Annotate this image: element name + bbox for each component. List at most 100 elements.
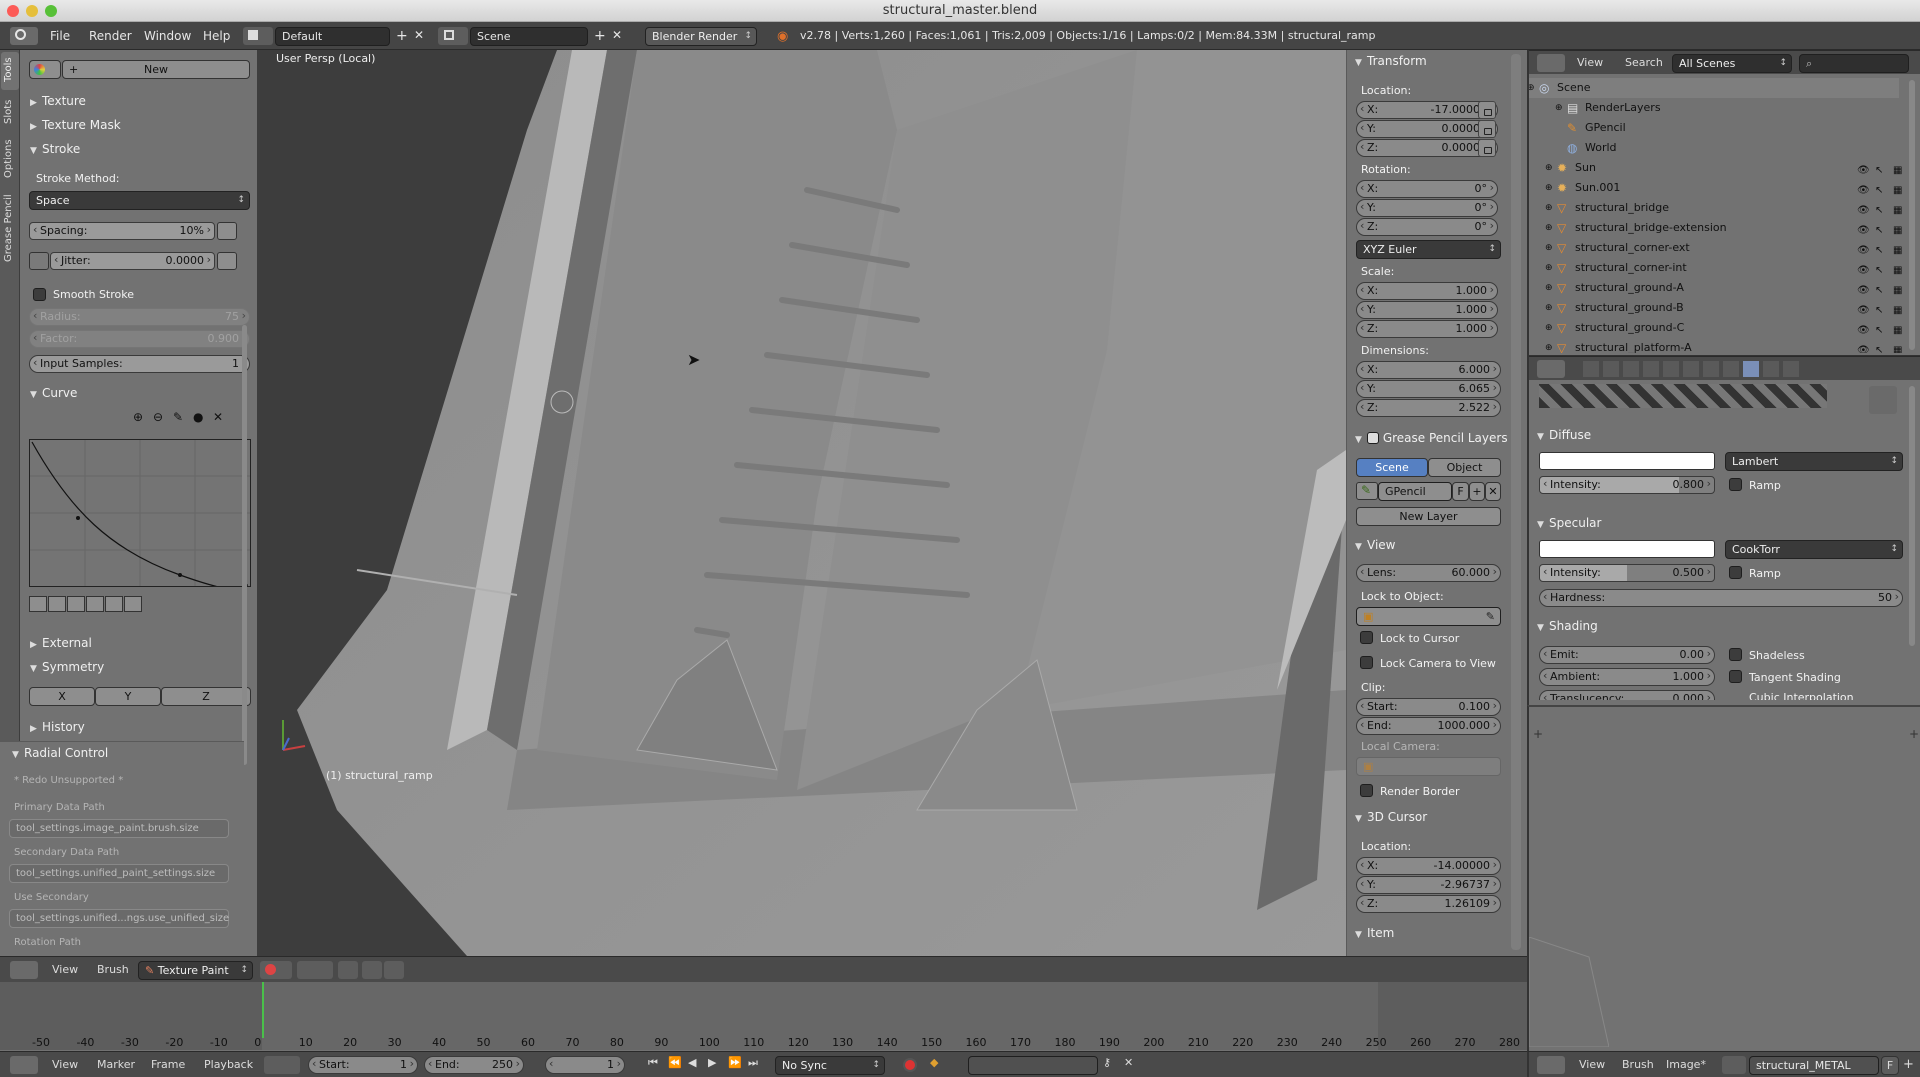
outliner-item-sun[interactable]: ⊕ ✹ Sun 👁 ↖ ▦ [1529,158,1902,178]
delete-keyframe-icon[interactable]: ✕ [1124,1056,1133,1069]
specular-shader-dropdown[interactable]: CookTorr [1725,540,1903,559]
input-samples-field[interactable]: Input Samples:1 [29,355,250,373]
gp-scene-tab[interactable]: Scene [1356,458,1428,477]
record-icon[interactable] [903,1058,917,1072]
scene-tab-icon[interactable] [1623,361,1639,377]
outliner-scope-dropdown[interactable]: All Scenes [1672,54,1792,73]
new-texture-button[interactable]: + New [62,60,250,79]
zoom-out-icon[interactable]: ⊖ [153,410,163,424]
lock-location-z-icon[interactable] [1478,139,1496,157]
gp-object-tab[interactable]: Object [1428,458,1501,477]
diffuse-shader-dropdown[interactable]: Lambert [1725,452,1903,471]
image-view-menu[interactable]: View [1579,1058,1605,1071]
grease-pencil-checkbox[interactable] [1367,432,1379,444]
dimension-z-field[interactable]: Z:2.522 [1356,399,1501,417]
panel-grease-pencil-layers[interactable]: ▼ Grease Pencil Layers [1355,430,1508,445]
rotation-z-field[interactable]: Z:0° [1356,218,1498,236]
panel-curve[interactable]: ▼ Curve [30,386,77,400]
image-brush-menu[interactable]: Brush [1622,1058,1654,1071]
timeline-editor-icon[interactable] [10,1056,38,1074]
screen-layout-field[interactable]: Default [275,27,390,46]
cursor-z-field[interactable]: Z:1.26109 [1356,895,1501,913]
outliner-item-scene[interactable]: ⊕ ◎ Scene [1529,78,1899,98]
translucency-field[interactable]: Translucency:0.000 [1539,690,1715,700]
keying-set-field[interactable] [968,1056,1098,1075]
close-curve-icon[interactable]: ✕ [213,410,223,424]
dimension-x-field[interactable]: X:6.000 [1356,361,1501,379]
panel-external[interactable]: ▶ External [30,636,92,650]
panel-item[interactable]: ▼ Item [1355,926,1394,940]
jitter-lock-icon[interactable] [29,252,49,270]
editor-type-icon[interactable] [10,27,38,45]
play-reverse-icon[interactable]: ◀ [688,1056,696,1069]
outliner-item-sun-001[interactable]: ⊕ ✹ Sun.001 👁 ↖ ▦ [1529,178,1902,198]
image-browse-icon[interactable] [1722,1056,1746,1074]
outliner-item-structural-corner-ext[interactable]: ⊕ ▽ structural_corner-ext 👁 ↖ ▦ [1529,238,1902,258]
keying-set-icon[interactable]: ◆ [930,1056,938,1069]
panel-stroke[interactable]: ▼ Stroke [30,142,80,156]
render-engine-dropdown[interactable]: Blender Render [645,27,757,46]
symmetry-z-button[interactable]: Z [161,687,251,706]
particles-tab-icon[interactable] [1783,361,1799,377]
expand-icon[interactable]: ⊕ [1545,318,1553,338]
smooth-stroke-checkbox[interactable] [33,288,46,301]
preset-linear-icon[interactable] [105,596,123,612]
shading-mode-icon[interactable] [260,961,292,979]
image-fake-user-button[interactable]: F [1881,1056,1899,1075]
pencil-icon[interactable]: ✎ [1356,482,1378,500]
use-secondary-field[interactable]: tool_settings.unified...ngs.use_unified_… [9,909,229,928]
gp-remove-icon[interactable]: ✕ [1485,482,1501,501]
panel-symmetry[interactable]: ▼ Symmetry [30,660,104,674]
clip-start-field[interactable]: Start:0.100 [1356,698,1501,716]
tab-options[interactable]: Options [1,134,19,182]
play-icon[interactable]: ▶ [708,1056,716,1069]
minimize-window-button[interactable] [26,5,38,17]
curve-editor[interactable] [29,439,251,591]
face-mask-icon[interactable] [338,961,358,979]
dot-icon[interactable]: ● [193,410,203,424]
cursor-x-field[interactable]: X:-14.00000 [1356,857,1501,875]
timeline-playback-menu[interactable]: Playback [204,1058,253,1071]
tab-grease-pencil[interactable]: Grease Pencil [1,190,19,266]
rotation-x-field[interactable]: X:0° [1356,180,1498,198]
preset-sphere-icon[interactable] [48,596,66,612]
radial-control-title[interactable]: ▼ Radial Control [12,746,108,760]
location-x-field[interactable]: X:-17.00000 [1356,101,1498,119]
panel-shading[interactable]: ▼ Shading [1537,619,1598,633]
render-border-checkbox[interactable] [1360,784,1373,797]
preset-constant-icon[interactable] [124,596,142,612]
timeline-view-menu[interactable]: View [52,1058,78,1071]
select-icon[interactable]: ↖ [1875,341,1883,353]
outliner-editor-icon[interactable] [1537,54,1565,72]
image-name-field[interactable]: structural_METAL [1749,1056,1879,1075]
dimension-y-field[interactable]: Y:6.065 [1356,380,1501,398]
primary-path-field[interactable]: tool_settings.image_paint.brush.size [9,819,229,838]
preset-root-icon[interactable] [67,596,85,612]
panel-transform[interactable]: ▼ Transform [1355,54,1427,68]
outliner-item-structural-platform-a[interactable]: ⊕ ▽ structural_platform-A 👁 ↖ ▦ [1529,338,1902,353]
outliner-item-structural-bridge-extension[interactable]: ⊕ ▽ structural_bridge-extension 👁 ↖ ▦ [1529,218,1902,238]
outliner-item-gpencil[interactable]: ✎ GPencil [1529,118,1899,138]
gp-add-icon[interactable]: + [1469,482,1485,501]
menu-help[interactable]: Help [203,22,230,50]
outliner-item-structural-corner-int[interactable]: ⊕ ▽ structural_corner-int 👁 ↖ ▦ [1529,258,1902,278]
menu-file[interactable]: File [50,22,70,50]
render-layers-icon[interactable] [362,961,382,979]
timeline-marker-menu[interactable]: Marker [97,1058,135,1071]
panel-diffuse[interactable]: ▼ Diffuse [1537,428,1591,442]
gp-fake-user-button[interactable]: F [1452,482,1469,501]
current-frame-field[interactable]: 1 [545,1056,625,1074]
preview-type-icon[interactable] [1869,386,1897,414]
expand-icon[interactable]: ⊕ [1545,218,1553,238]
3d-view-menu[interactable]: View [52,963,78,976]
ambient-field[interactable]: Ambient:1.000 [1539,668,1715,686]
specular-color-swatch[interactable] [1539,540,1715,558]
expand-icon[interactable]: ⊕ [1545,298,1553,318]
rotation-mode-dropdown[interactable]: XYZ Euler [1356,240,1501,259]
diffuse-ramp-checkbox[interactable] [1729,478,1742,491]
layers-tab-icon[interactable] [1603,361,1619,377]
rotation-y-field[interactable]: Y:0° [1356,199,1498,217]
outliner-view-menu[interactable]: View [1577,56,1603,69]
menu-window[interactable]: Window [144,22,191,50]
new-layer-button[interactable]: New Layer [1356,507,1501,526]
